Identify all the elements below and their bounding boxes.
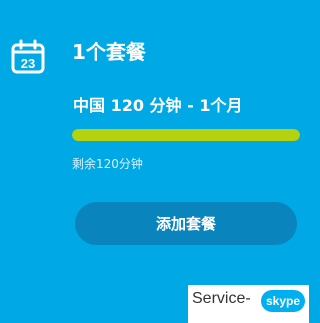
service-skype-watermark: Service- skype — [188, 285, 309, 323]
usage-progress-bar — [72, 129, 300, 141]
add-plan-button[interactable]: 添加套餐 — [75, 202, 297, 245]
calendar-icon: 23 — [11, 39, 45, 74]
plan-panel: 23 1个套餐 中国 120 分钟 - 1个月 剩余120分钟 添加套餐 — [0, 0, 309, 323]
skype-logo-text: skype — [266, 294, 300, 308]
watermark-text: Service- — [192, 290, 251, 307]
usage-progress-fill — [72, 129, 300, 141]
plan-name: 中国 120 分钟 - 1个月 — [73, 96, 243, 115]
remaining-minutes: 剩余120分钟 — [72, 157, 143, 171]
plan-count-title: 1个套餐 — [72, 40, 146, 64]
calendar-day-number: 23 — [21, 56, 35, 71]
skype-logo: skype — [261, 290, 305, 312]
